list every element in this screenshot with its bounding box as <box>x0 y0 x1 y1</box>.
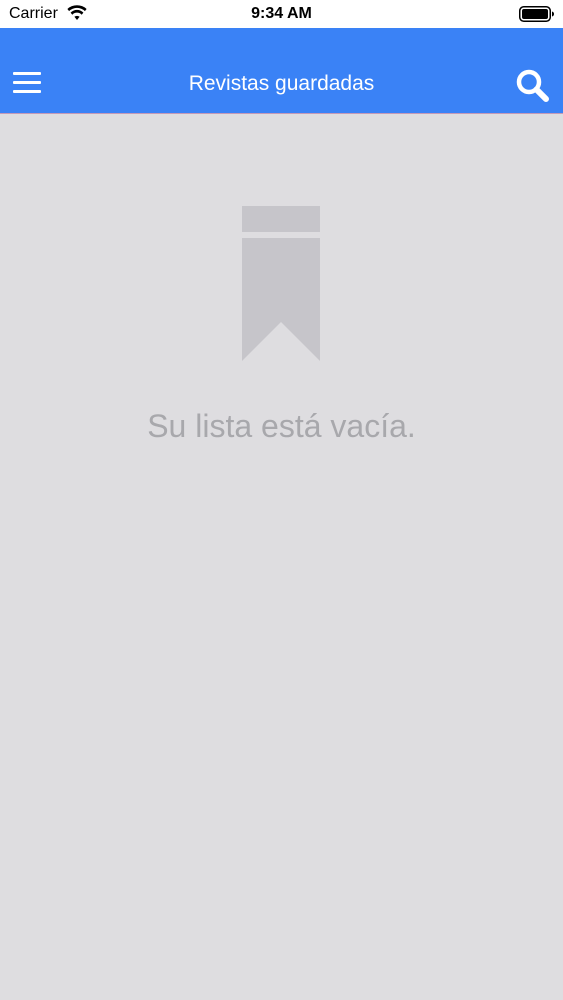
empty-list-message: Su lista está vacía. <box>147 408 416 444</box>
search-button[interactable] <box>513 66 553 106</box>
page-title: Revistas guardadas <box>188 72 375 95</box>
bookmark-icon <box>242 206 320 361</box>
status-time: 9:34 AM <box>251 5 312 22</box>
menu-button[interactable] <box>8 66 46 100</box>
status-bar: Carrier 9:34 AM <box>0 0 563 28</box>
navigation-bar: Revistas guardadas <box>0 28 563 114</box>
search-icon <box>516 69 549 102</box>
battery-icon <box>519 6 554 22</box>
empty-state: Su lista está vacía. <box>0 115 563 1000</box>
